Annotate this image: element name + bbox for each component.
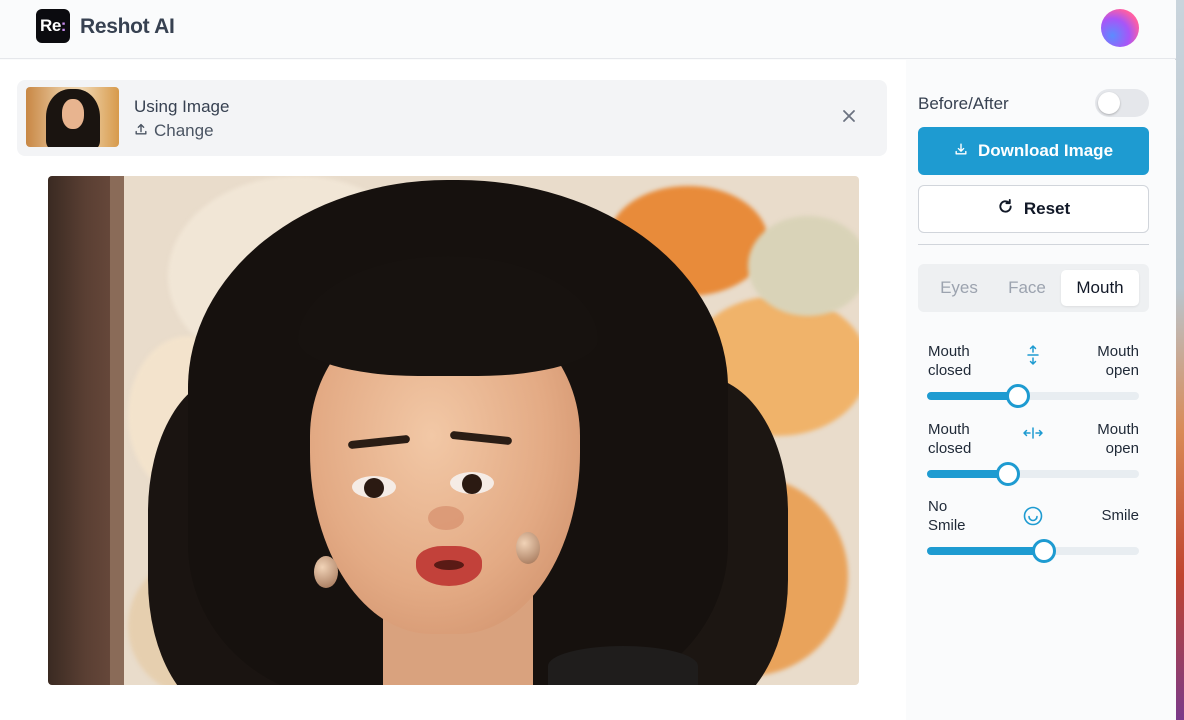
- slider-fill: [927, 392, 1019, 400]
- smile-icon: [1021, 503, 1045, 529]
- file-bar: Using Image Change: [17, 80, 887, 156]
- reset-label: Reset: [1023, 199, 1071, 218]
- slider-track[interactable]: [927, 539, 1139, 563]
- slider-fill: [927, 547, 1044, 555]
- logo-colon: :: [60, 16, 67, 35]
- controls-sidebar: Before/After Download Image Reset Eyes F…: [907, 60, 1176, 720]
- using-image-label: Using Image: [134, 97, 230, 116]
- slider-min-label: No Smile: [928, 498, 966, 534]
- edited-photo: [48, 176, 859, 685]
- tab-mouth[interactable]: Mouth: [1061, 270, 1139, 306]
- download-label: Download Image: [977, 141, 1114, 160]
- slider-thumb[interactable]: [1006, 384, 1031, 408]
- slider-max-label: Mouth open: [1097, 343, 1139, 379]
- slider-max-label: Smile: [1101, 507, 1139, 524]
- download-icon: [954, 141, 968, 161]
- slider-min-label: Mouth closed: [928, 421, 972, 457]
- mouth-open-slider-group: Mouth closed Mouth open: [927, 342, 1139, 412]
- before-after-label: Before/After: [918, 94, 1009, 113]
- change-image-link[interactable]: Change: [134, 121, 214, 141]
- smile-slider-group: No Smile Smile: [927, 497, 1139, 567]
- slider-track[interactable]: [927, 384, 1139, 408]
- close-icon[interactable]: [839, 106, 859, 126]
- reset-button[interactable]: Reset: [918, 185, 1149, 233]
- top-header: Re: Reshot AI: [0, 0, 1176, 59]
- toggle-knob: [1098, 92, 1120, 114]
- reset-icon: [997, 198, 1014, 220]
- change-label: Change: [154, 121, 214, 140]
- before-after-toggle[interactable]: [1095, 89, 1149, 117]
- horizontal-arrows-icon: [1021, 420, 1045, 446]
- logo-text: Re: [40, 16, 61, 35]
- tab-eyes[interactable]: Eyes: [925, 270, 993, 306]
- image-thumbnail: [26, 87, 119, 147]
- vertical-arrows-icon: [1021, 342, 1045, 368]
- mouth-width-slider-group: Mouth closed Mouth open: [927, 420, 1139, 490]
- slider-thumb[interactable]: [995, 462, 1020, 486]
- feature-tabs: Eyes Face Mouth: [918, 264, 1149, 312]
- slider-min-label: Mouth closed: [928, 343, 972, 379]
- main-panel: Using Image Change: [0, 60, 906, 720]
- user-avatar[interactable]: [1101, 9, 1139, 47]
- brand-name: Reshot AI: [80, 15, 175, 38]
- tab-face[interactable]: Face: [993, 270, 1061, 306]
- desktop-edge: [1176, 0, 1184, 720]
- upload-icon: [134, 121, 148, 141]
- app-logo[interactable]: Re:: [36, 9, 70, 43]
- slider-max-label: Mouth open: [1097, 421, 1139, 457]
- app-window: Re: Reshot AI Using Image Change Before/…: [0, 0, 1176, 720]
- sidebar-divider: [918, 244, 1149, 245]
- download-image-button[interactable]: Download Image: [918, 127, 1149, 175]
- slider-track[interactable]: [927, 462, 1139, 486]
- slider-thumb[interactable]: [1031, 539, 1056, 563]
